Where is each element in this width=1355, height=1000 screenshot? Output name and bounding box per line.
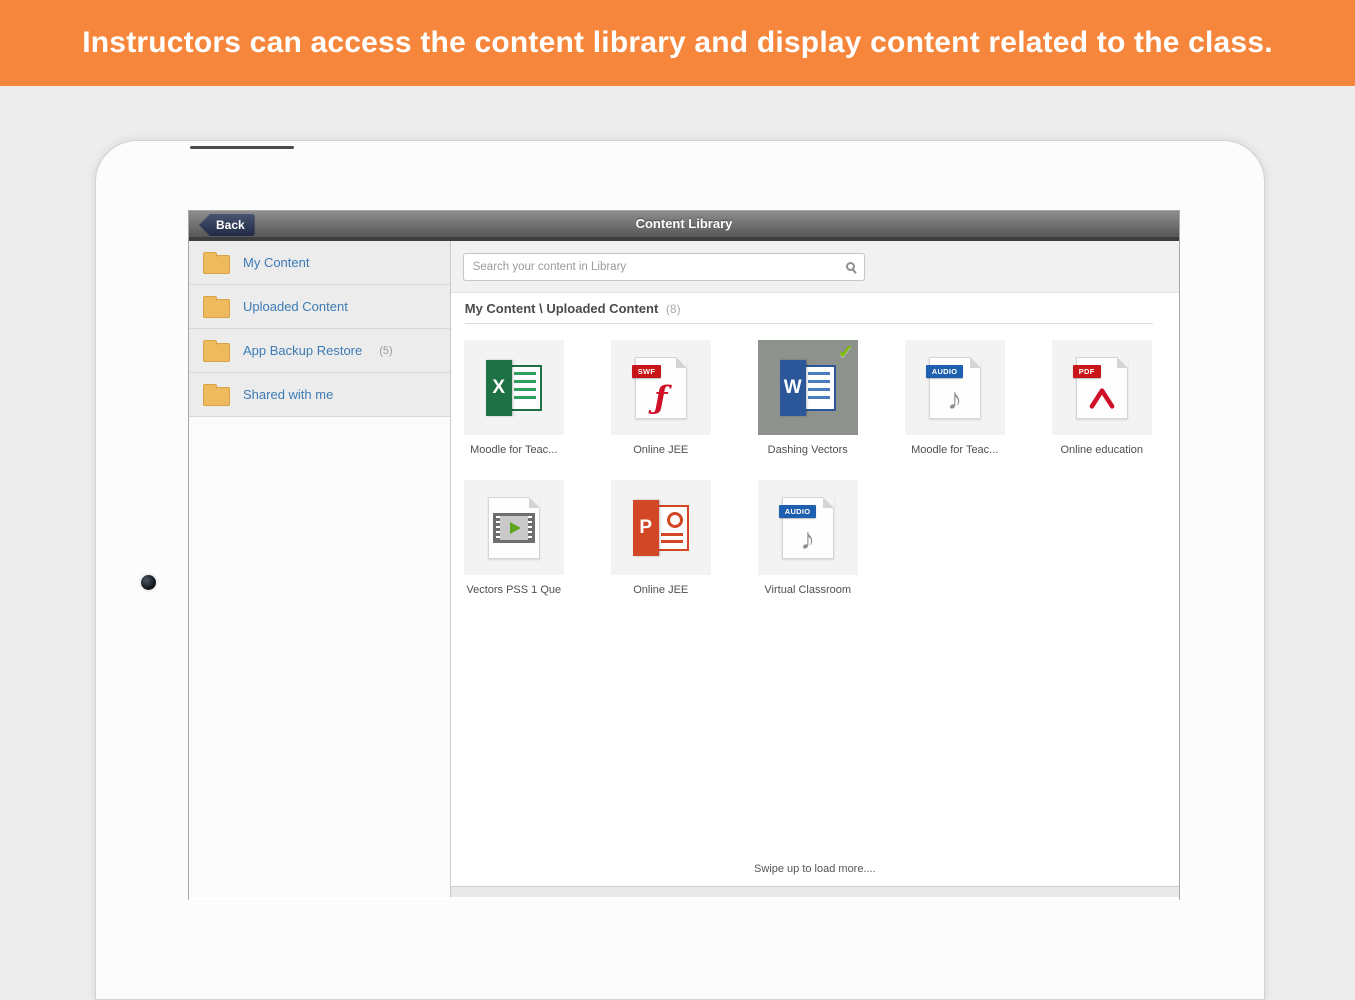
search-strip xyxy=(450,241,1179,293)
sidebar-folder-item[interactable]: Shared with me xyxy=(189,373,450,417)
folder-icon xyxy=(203,339,230,362)
audio-file-icon: AUDIO ♪ xyxy=(778,496,834,559)
breadcrumb-path: My Content \ Uploaded Content xyxy=(464,301,659,316)
file-label: Online education xyxy=(1060,444,1144,456)
grid-cell: ✓ PDF Online education xyxy=(1051,340,1179,456)
selected-check-icon: ✓ xyxy=(837,342,854,363)
file-label: Moodle for Teac... xyxy=(470,444,558,456)
grid-cell: ✓ SWFƒ Online JEE xyxy=(610,340,758,456)
promo-banner-text: Instructors can access the content libra… xyxy=(82,26,1273,59)
sidebar-folder-item[interactable]: My Content xyxy=(189,241,450,285)
back-button-label: Back xyxy=(216,218,245,232)
file-label: Online JEE xyxy=(633,584,689,596)
file-tile[interactable]: ✓ P xyxy=(610,480,711,575)
grid-cell: ✓ Vectors PSS 1 Que xyxy=(463,480,611,596)
breadcrumb-count: (8) xyxy=(665,302,681,316)
file-tile[interactable]: ✓ W xyxy=(757,340,858,435)
sidebar: My Content Uploaded Content App Backup R… xyxy=(189,241,451,897)
sidebar-item-label: Uploaded Content xyxy=(243,299,348,314)
grid-cell: ✓ AUDIO♪ Virtual Classroom xyxy=(757,480,905,596)
sidebar-item-label: App Backup Restore xyxy=(243,343,363,358)
audio-file-icon: AUDIO ♪ xyxy=(925,356,981,419)
breadcrumb: My Content \ Uploaded Content (8) xyxy=(465,301,1165,317)
pdf-file-icon: PDF xyxy=(1072,356,1128,419)
file-tile[interactable]: ✓ SWFƒ xyxy=(610,340,711,435)
app-header: Back Content Library xyxy=(189,211,1179,241)
search-input[interactable] xyxy=(472,260,846,273)
file-label: Virtual Classroom xyxy=(764,584,852,596)
content-grid: ✓ X Moodle for Teac... ✓ SWFƒ xyxy=(463,340,1179,596)
grid-cell: ✓ W Dashing Vectors xyxy=(757,340,905,456)
search-icon[interactable] xyxy=(845,262,855,271)
file-tile[interactable]: ✓ xyxy=(463,480,564,575)
search-box xyxy=(462,252,865,281)
file-label: Vectors PSS 1 Que xyxy=(466,584,562,596)
folder-icon xyxy=(203,251,230,274)
file-tile[interactable]: ✓ AUDIO♪ xyxy=(904,340,1005,435)
grid-cell: ✓ AUDIO♪ Moodle for Teac... xyxy=(904,340,1052,456)
file-label: Online JEE xyxy=(633,444,689,456)
grid-cell: ✓ X Moodle for Teac... xyxy=(463,340,611,456)
tablet-camera-icon xyxy=(141,575,156,590)
folder-icon xyxy=(203,383,230,406)
file-label: Dashing Vectors xyxy=(767,444,848,456)
file-tile[interactable]: ✓ X xyxy=(463,340,564,435)
footer-bar: Add to Class Cancel xyxy=(450,886,1179,897)
tablet-speaker-slot xyxy=(190,146,294,149)
sidebar-item-label: My Content xyxy=(243,255,310,270)
ppt-file-icon: P xyxy=(632,499,689,556)
promo-banner: Instructors can access the content libra… xyxy=(0,0,1355,86)
content-area: My Content \ Uploaded Content (8) ✓ X xyxy=(451,293,1179,596)
main-panel: My Content \ Uploaded Content (8) ✓ X xyxy=(450,241,1179,897)
back-button[interactable]: Back xyxy=(199,214,255,236)
load-more-text: Swipe up to load more.... xyxy=(754,863,876,875)
file-tile[interactable]: ✓ PDF xyxy=(1051,340,1152,435)
file-tile[interactable]: ✓ AUDIO♪ xyxy=(757,480,858,575)
word-file-icon: W xyxy=(779,359,836,416)
sidebar-item-label: Shared with me xyxy=(243,387,334,402)
app-body: My Content Uploaded Content App Backup R… xyxy=(189,241,1179,897)
excel-file-icon: X xyxy=(485,359,542,416)
app-screen: Back Content Library My Content Uploaded… xyxy=(188,210,1180,900)
page-title: Content Library xyxy=(635,216,733,231)
flash-file-icon: SWF ƒ xyxy=(631,356,687,419)
sidebar-folder-item[interactable]: Uploaded Content xyxy=(189,285,450,329)
sidebar-item-count: (5) xyxy=(379,344,393,357)
file-label: Moodle for Teac... xyxy=(911,444,999,456)
grid-cell: ✓ P Online JEE xyxy=(610,480,758,596)
video-file-icon xyxy=(487,496,540,559)
divider xyxy=(464,323,1153,324)
folder-icon xyxy=(203,295,230,318)
sidebar-folder-item[interactable]: App Backup Restore (5) xyxy=(189,329,450,373)
